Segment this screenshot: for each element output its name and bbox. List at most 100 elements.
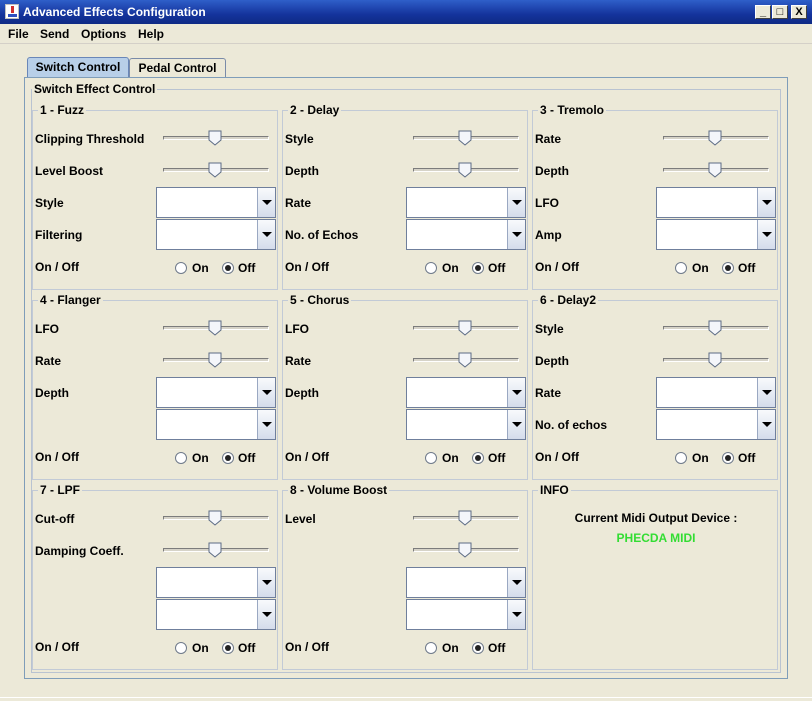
chevron-down-icon[interactable] (257, 600, 275, 629)
effect-combo[interactable] (156, 567, 276, 598)
chevron-down-icon[interactable] (757, 220, 775, 249)
chevron-down-icon[interactable] (507, 188, 525, 217)
close-button[interactable]: X (791, 5, 807, 19)
on-radio[interactable] (425, 262, 437, 274)
effect-slider[interactable] (413, 130, 519, 146)
chevron-down-icon[interactable] (507, 600, 525, 629)
chevron-down-icon[interactable] (257, 378, 275, 407)
effect-combo[interactable] (156, 377, 276, 408)
off-radio[interactable] (222, 262, 234, 274)
on-radio-label[interactable]: On (192, 641, 209, 655)
slider-thumb[interactable] (458, 320, 472, 336)
maximize-button[interactable]: □ (772, 5, 788, 19)
off-radio[interactable] (472, 452, 484, 464)
on-radio-label[interactable]: On (692, 261, 709, 275)
slider-thumb[interactable] (458, 542, 472, 558)
menu-options[interactable]: Options (81, 27, 126, 41)
effect-slider[interactable] (663, 352, 769, 368)
slider-thumb[interactable] (458, 130, 472, 146)
on-radio-label[interactable]: On (442, 641, 459, 655)
on-radio[interactable] (175, 262, 187, 274)
off-radio-label[interactable]: Off (238, 641, 255, 655)
effect-combo[interactable] (156, 219, 276, 250)
on-radio-label[interactable]: On (192, 451, 209, 465)
on-radio[interactable] (675, 452, 687, 464)
off-radio-label[interactable]: Off (238, 451, 255, 465)
chevron-down-icon[interactable] (257, 410, 275, 439)
slider-thumb[interactable] (208, 542, 222, 558)
off-radio-label[interactable]: Off (488, 261, 505, 275)
off-radio[interactable] (722, 262, 734, 274)
chevron-down-icon[interactable] (257, 568, 275, 597)
effect-combo[interactable] (156, 187, 276, 218)
slider-thumb[interactable] (208, 130, 222, 146)
title-bar[interactable]: Advanced Effects Configuration _ □ X (0, 0, 812, 24)
chevron-down-icon[interactable] (757, 378, 775, 407)
tab-pedal-control[interactable]: Pedal Control (129, 58, 226, 78)
effect-slider[interactable] (413, 542, 519, 558)
effect-combo[interactable] (656, 219, 776, 250)
effect-combo[interactable] (406, 219, 526, 250)
on-radio[interactable] (175, 452, 187, 464)
effect-combo[interactable] (406, 599, 526, 630)
menu-send[interactable]: Send (40, 27, 69, 41)
effect-combo[interactable] (406, 567, 526, 598)
off-radio-label[interactable]: Off (738, 451, 755, 465)
off-radio[interactable] (472, 642, 484, 654)
effect-slider[interactable] (163, 130, 269, 146)
chevron-down-icon[interactable] (257, 220, 275, 249)
off-radio[interactable] (722, 452, 734, 464)
slider-thumb[interactable] (708, 320, 722, 336)
effect-slider[interactable] (413, 320, 519, 336)
slider-thumb[interactable] (458, 162, 472, 178)
menu-file[interactable]: File (8, 27, 29, 41)
tab-switch-control[interactable]: Switch Control (27, 57, 129, 79)
effect-combo[interactable] (656, 377, 776, 408)
on-radio-label[interactable]: On (692, 451, 709, 465)
slider-thumb[interactable] (208, 162, 222, 178)
effect-slider[interactable] (163, 352, 269, 368)
slider-thumb[interactable] (708, 162, 722, 178)
effect-combo[interactable] (656, 187, 776, 218)
effect-combo[interactable] (406, 409, 526, 440)
effect-combo[interactable] (656, 409, 776, 440)
slider-thumb[interactable] (458, 352, 472, 368)
effect-combo[interactable] (156, 409, 276, 440)
on-radio[interactable] (675, 262, 687, 274)
effect-slider[interactable] (413, 510, 519, 526)
effect-slider[interactable] (163, 162, 269, 178)
on-radio[interactable] (425, 642, 437, 654)
effect-slider[interactable] (163, 510, 269, 526)
chevron-down-icon[interactable] (507, 378, 525, 407)
menu-help[interactable]: Help (138, 27, 164, 41)
off-radio-label[interactable]: Off (488, 451, 505, 465)
effect-slider[interactable] (163, 320, 269, 336)
effect-slider[interactable] (663, 130, 769, 146)
on-radio-label[interactable]: On (442, 451, 459, 465)
effect-slider[interactable] (413, 352, 519, 368)
on-radio[interactable] (425, 452, 437, 464)
chevron-down-icon[interactable] (507, 220, 525, 249)
effect-combo[interactable] (406, 377, 526, 408)
on-radio-label[interactable]: On (442, 261, 459, 275)
slider-thumb[interactable] (208, 510, 222, 526)
slider-thumb[interactable] (208, 320, 222, 336)
slider-thumb[interactable] (208, 352, 222, 368)
slider-thumb[interactable] (708, 130, 722, 146)
off-radio-label[interactable]: Off (238, 261, 255, 275)
effect-slider[interactable] (663, 162, 769, 178)
chevron-down-icon[interactable] (757, 188, 775, 217)
chevron-down-icon[interactable] (257, 188, 275, 217)
on-radio[interactable] (175, 642, 187, 654)
off-radio[interactable] (222, 642, 234, 654)
on-radio-label[interactable]: On (192, 261, 209, 275)
effect-combo[interactable] (406, 187, 526, 218)
effect-combo[interactable] (156, 599, 276, 630)
effect-slider[interactable] (413, 162, 519, 178)
slider-thumb[interactable] (708, 352, 722, 368)
chevron-down-icon[interactable] (507, 568, 525, 597)
chevron-down-icon[interactable] (757, 410, 775, 439)
slider-thumb[interactable] (458, 510, 472, 526)
effect-slider[interactable] (663, 320, 769, 336)
off-radio-label[interactable]: Off (488, 641, 505, 655)
